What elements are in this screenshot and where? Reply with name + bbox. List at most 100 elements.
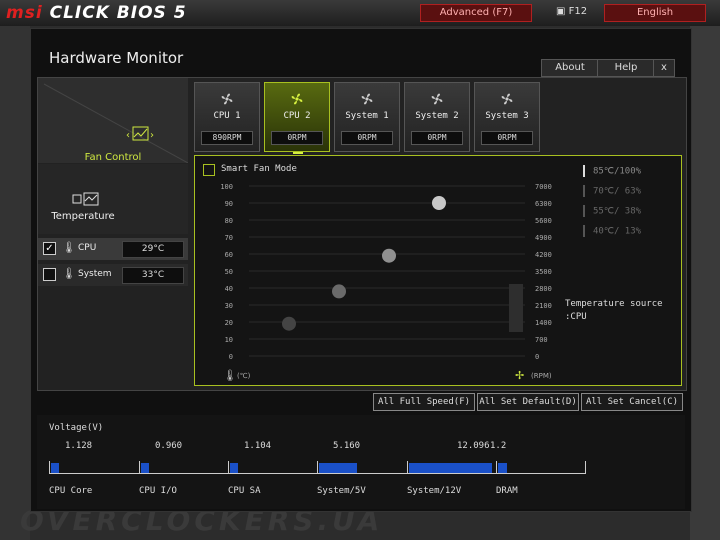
rpm-tick-label: 0 bbox=[535, 353, 539, 361]
voltage-title: Voltage(V) bbox=[49, 423, 104, 433]
legend-text: 40℃/ 13% bbox=[593, 226, 642, 237]
close-button[interactable]: x bbox=[653, 59, 675, 77]
fan-rpm: 0RPM bbox=[271, 131, 323, 145]
voltage-name: CPU I/O bbox=[139, 486, 177, 496]
temperature-source: Temperature source :CPU bbox=[565, 298, 663, 324]
voltage-name: System/5V bbox=[317, 486, 366, 496]
legend-entry: 55℃/ 38% bbox=[583, 205, 641, 217]
temp-tick-label: 40 bbox=[225, 285, 233, 293]
temperature-label: Temperature bbox=[51, 211, 115, 222]
fan-tab[interactable]: System 3 0RPM bbox=[474, 82, 540, 152]
temperature-icon bbox=[72, 192, 99, 206]
curve-point-3[interactable] bbox=[382, 248, 396, 263]
voltage-name: CPU SA bbox=[228, 486, 261, 496]
hardware-monitor-window: Hardware Monitor About Help x ‹ › Fan Co… bbox=[30, 28, 692, 512]
fan-tab[interactable]: CPU 1 890RPM bbox=[194, 82, 260, 152]
temp-tick-label: 10 bbox=[225, 336, 233, 344]
rpm-tick-label: 7000 bbox=[535, 183, 552, 191]
voltage-value: 5.160 bbox=[333, 441, 361, 451]
voltage-name: DRAM bbox=[496, 486, 518, 496]
voltage-tick bbox=[585, 461, 586, 474]
voltage-value: 12.096 bbox=[457, 441, 490, 451]
camera-icon: ▣ bbox=[556, 6, 566, 17]
fan-tab[interactable]: CPU 2 0RPM bbox=[264, 82, 330, 154]
about-button[interactable]: About bbox=[541, 59, 599, 77]
temperature-source-title: Temperature source bbox=[565, 299, 663, 309]
fan-icon bbox=[360, 91, 374, 110]
all-full-speed-button[interactable]: All Full Speed(F) bbox=[373, 393, 475, 411]
legend-bar bbox=[583, 165, 585, 177]
temperature-source-value: :CPU bbox=[565, 312, 587, 322]
curve-point-2[interactable] bbox=[332, 284, 346, 299]
fan-tab[interactable]: System 2 0RPM bbox=[404, 82, 470, 152]
system-sensor-checkbox[interactable] bbox=[43, 268, 56, 281]
cpu-sensor-checkbox[interactable]: ✓ bbox=[43, 242, 56, 255]
voltage-tick bbox=[496, 461, 497, 474]
voltage-name: CPU Core bbox=[49, 486, 93, 496]
fan-icon: ✢ bbox=[515, 369, 524, 382]
temp-unit-label: (℃) bbox=[237, 372, 251, 380]
fan-control-button[interactable]: ‹ › Fan Control bbox=[38, 78, 188, 163]
legend-bar bbox=[583, 205, 585, 217]
rpm-tick-label: 4900 bbox=[535, 234, 552, 242]
voltage-tick bbox=[139, 461, 140, 474]
rpm-tick-label: 700 bbox=[535, 336, 548, 344]
fan-tab[interactable]: System 1 0RPM bbox=[334, 82, 400, 152]
fan-name: System 3 bbox=[485, 111, 529, 121]
advanced-mode-button[interactable]: Advanced (F7) bbox=[420, 4, 532, 22]
temp-tick-label: 80 bbox=[225, 217, 233, 225]
fan-icon bbox=[430, 91, 444, 110]
thermometer-icon: 🌡 bbox=[62, 241, 76, 254]
voltage-bar bbox=[498, 463, 507, 473]
fan-icon bbox=[220, 91, 234, 110]
voltage-name: System/12V bbox=[407, 486, 462, 496]
voltage-tick bbox=[228, 461, 229, 474]
curve-point-4[interactable] bbox=[432, 196, 446, 210]
temp-tick-label: 90 bbox=[225, 200, 233, 208]
legend-bar bbox=[583, 225, 585, 237]
temp-tick-label: 0 bbox=[229, 353, 233, 361]
fan-rpm: 890RPM bbox=[201, 131, 253, 145]
help-button[interactable]: Help bbox=[597, 59, 655, 77]
temp-tick-label: 100 bbox=[220, 183, 233, 191]
temp-tick-label: 30 bbox=[225, 302, 233, 310]
screenshot-button[interactable]: ▣ F12 bbox=[556, 6, 587, 17]
rpm-tick-label: 5600 bbox=[535, 217, 552, 225]
legend-bar bbox=[583, 185, 585, 197]
all-set-cancel-button[interactable]: All Set Cancel(C) bbox=[581, 393, 683, 411]
left-strip bbox=[0, 26, 30, 540]
voltage-bar bbox=[51, 463, 59, 473]
diagonal-decoration bbox=[43, 83, 188, 163]
voltage-value: 1.104 bbox=[244, 441, 272, 451]
rpm-tick-label: 1400 bbox=[535, 319, 552, 327]
window-title: Hardware Monitor bbox=[49, 49, 184, 67]
fan-rpm: 0RPM bbox=[411, 131, 463, 145]
voltage-tick bbox=[49, 461, 50, 474]
legend-entry: 40℃/ 13% bbox=[583, 225, 641, 237]
fan-rpm: 0RPM bbox=[341, 131, 393, 145]
voltage-bar bbox=[141, 463, 149, 473]
voltage-panel: Voltage(V) 1.128 CPU Core 0.960 CPU I/O 1.10… bbox=[37, 415, 685, 509]
fan-name: System 1 bbox=[345, 111, 389, 121]
voltage-tick bbox=[317, 461, 318, 474]
temp-tick-label: 20 bbox=[225, 319, 233, 327]
curve-point-1[interactable] bbox=[282, 316, 296, 331]
voltage-value: 1.128 bbox=[65, 441, 93, 451]
fan-curve-graph[interactable]: Smart Fan Mode 100 7000 90 6300 80 5600 70 4900… bbox=[194, 155, 682, 386]
thermometer-icon: 🌡 bbox=[62, 267, 76, 280]
fan-icon bbox=[290, 91, 304, 110]
all-set-default-button[interactable]: All Set Default(D) bbox=[477, 393, 579, 411]
temperature-button[interactable]: Temperature bbox=[38, 164, 188, 234]
voltage-value: 0.960 bbox=[155, 441, 183, 451]
top-bar: msi CLICK BIOS 5 Advanced (F7) ▣ F12 Eng… bbox=[0, 0, 720, 27]
legend-text: 70℃/ 63% bbox=[593, 186, 642, 197]
language-button[interactable]: English bbox=[604, 4, 706, 22]
sensor-row-system[interactable]: 🌡 System 33°C bbox=[38, 264, 188, 286]
sensor-value: 33°C bbox=[122, 267, 184, 284]
thermometer-icon: 🌡 bbox=[223, 369, 237, 382]
voltage-bar bbox=[319, 463, 357, 473]
sensor-row-cpu[interactable]: ✓ 🌡 CPU 29°C bbox=[38, 238, 188, 260]
sensor-name: CPU bbox=[78, 243, 97, 253]
voltage-bar bbox=[230, 463, 238, 473]
rpm-unit-label: (RPM) bbox=[531, 372, 552, 380]
